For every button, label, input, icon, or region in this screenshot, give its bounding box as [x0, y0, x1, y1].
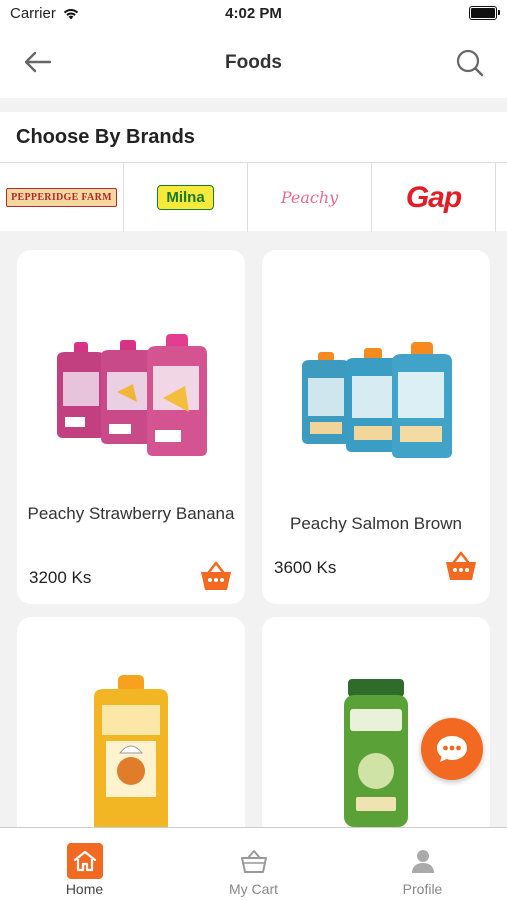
chat-button[interactable]	[421, 718, 483, 780]
basket-icon	[446, 551, 476, 580]
product-card[interactable]: Peachy Salmon Brown 3600 Ks	[262, 250, 490, 604]
nav-bar: Foods	[0, 26, 507, 98]
product-name: Peachy Strawberry Banana	[27, 504, 235, 523]
search-icon	[456, 49, 484, 77]
brands-section: Choose By Brands PEPPERIDGE FARM Milna P…	[0, 112, 507, 232]
tab-bar: Home My Cart Profile	[0, 827, 507, 901]
add-to-cart-button[interactable]	[199, 560, 233, 592]
tab-label: Home	[65, 881, 104, 897]
brand-peachy[interactable]: Peachy	[248, 163, 372, 232]
brand-logo: PEPPERIDGE FARM	[6, 188, 117, 207]
chat-icon	[437, 736, 467, 762]
brand-logo: Gap	[405, 180, 462, 214]
home-icon	[66, 843, 103, 879]
basket-icon	[201, 561, 231, 590]
product-price: 3600 Ks	[274, 558, 337, 577]
product-image	[17, 332, 245, 462]
brand-list: PEPPERIDGE FARM Milna Peachy Gap	[0, 162, 507, 232]
tab-label: My Cart	[229, 881, 278, 897]
add-to-cart-button[interactable]	[444, 550, 478, 582]
product-card[interactable]: Peachy Strawberry Banana 3200 Ks	[17, 250, 245, 604]
battery-icon	[469, 6, 500, 20]
brand-pepperidge-farm[interactable]: PEPPERIDGE FARM	[0, 163, 124, 232]
brand-logo: Peachy	[280, 188, 339, 207]
product-price: 3200 Ks	[29, 568, 92, 587]
tab-home[interactable]: Home	[0, 828, 169, 901]
product-image	[17, 675, 245, 827]
search-button[interactable]	[455, 48, 485, 78]
product-image	[262, 342, 490, 462]
brand-milna[interactable]: Milna	[124, 163, 248, 232]
brand-next[interactable]	[496, 163, 507, 232]
status-bar: Carrier 4:02 PM	[0, 0, 507, 26]
status-time: 4:02 PM	[225, 5, 282, 22]
person-icon	[405, 843, 441, 879]
product-name: Peachy Salmon Brown	[290, 514, 462, 533]
page-title: Foods	[225, 52, 282, 73]
tab-label: Profile	[402, 881, 443, 897]
tab-my-cart[interactable]: My Cart	[169, 828, 338, 901]
basket-icon	[236, 843, 272, 879]
product-card[interactable]	[17, 617, 245, 857]
tab-profile[interactable]: Profile	[338, 828, 507, 901]
brand-logo: Milna	[157, 185, 214, 210]
brands-title: Choose By Brands	[16, 126, 195, 148]
brand-gap[interactable]: Gap	[372, 163, 496, 232]
